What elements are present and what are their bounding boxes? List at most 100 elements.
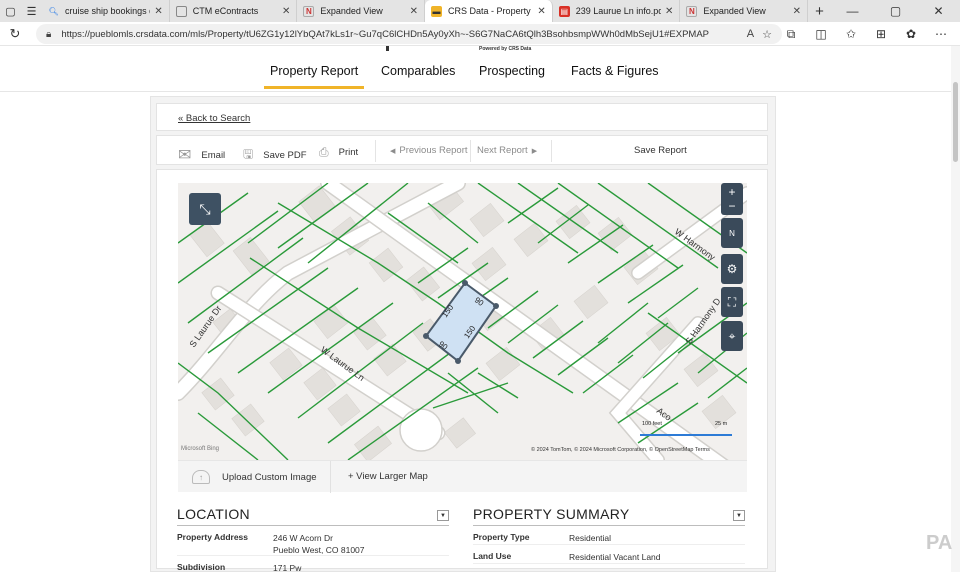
tab-comparables[interactable]: Comparables <box>381 64 455 78</box>
close-icon[interactable]: ✕ <box>665 6 673 17</box>
powered-by: Powered by CRS Data <box>479 46 532 52</box>
field-label: Land Use <box>473 551 512 561</box>
map-canvas: 90 150 150 90 W Harmony S Harmony D S La… <box>178 183 747 460</box>
save-pdf-button[interactable]: 🖫︎ Save PDF <box>243 145 307 166</box>
close-icon[interactable]: ✕ <box>537 6 545 17</box>
lock-icon[interactable]: 🔒︎ <box>46 29 51 40</box>
browser-toolbar: ⧉ ◫ ✩ ⊞ ✿ ⋯ <box>776 22 956 46</box>
upload-icon: ↑ <box>192 470 210 484</box>
previous-report-button[interactable]: ◀ Previous Report <box>390 145 468 156</box>
close-icon[interactable]: ✕ <box>410 6 418 17</box>
email-label: Email <box>201 149 226 161</box>
report-toolbar: ✉ Email 🖫︎ Save PDF ⎙ Print ◀ Previous R… <box>156 135 768 165</box>
chevron-left-icon: ◀ <box>390 147 396 155</box>
map-attribution[interactable]: © 2024 TomTom, © 2024 Microsoft Corporat… <box>531 447 710 453</box>
maximize-icon[interactable]: ▢ <box>874 0 917 22</box>
browser-tab-active[interactable]: ▬ CRS Data - Property Repo ✕ <box>425 0 553 22</box>
back-to-search-link[interactable]: « Back to Search <box>178 113 250 124</box>
copilot-icon[interactable]: ✿ <box>896 27 926 41</box>
browser-tab[interactable]: ▤ 239 Laurue Ln info.pdf ✕ <box>553 0 681 22</box>
close-icon[interactable]: ✕ <box>154 6 162 17</box>
close-icon[interactable]: ✕ <box>793 6 801 17</box>
workspace-icon[interactable]: ▢ <box>0 0 21 22</box>
compass-control[interactable]: N <box>721 218 743 248</box>
email-button[interactable]: ✉ Email <box>178 145 225 165</box>
summary-title: PROPERTY SUMMARY <box>473 506 745 526</box>
extensions-icon[interactable]: ⧉ <box>776 27 806 42</box>
parcel-map[interactable]: 90 150 150 90 W Harmony S Harmony D S La… <box>178 183 747 460</box>
field-value: Residential Vacant Land <box>569 552 661 562</box>
window-controls: — ▢ ✕ <box>831 0 960 22</box>
crs-logo-icon: ▬ <box>431 5 443 17</box>
pdf-icon: ▤ <box>558 5 570 17</box>
next-report-button[interactable]: Next Report ▶ <box>477 145 537 156</box>
summary-row: Land Use Residential Vacant Land <box>473 545 745 564</box>
zoom-out-icon[interactable]: − <box>728 199 735 213</box>
n-logo-icon: N <box>303 5 315 17</box>
url-bar[interactable]: 🔒︎ https://pueblomls.crsdata.com/mls/Pro… <box>36 24 782 44</box>
browser-tab[interactable]: N Expanded View ✕ <box>680 0 809 22</box>
floppy-disk-icon: 🖫︎ <box>243 147 254 161</box>
property-summary-section: PROPERTY SUMMARY ▼ Property Type Residen… <box>473 506 745 572</box>
address-bar-row: ↻ 🔒︎ https://pueblomls.crsdata.com/mls/P… <box>0 22 960 46</box>
browser-tab[interactable]: CTM eContracts ✕ <box>170 0 298 22</box>
crosshair-icon: ⌖ <box>728 328 736 343</box>
scrollbar-thumb[interactable] <box>953 82 958 162</box>
select-area-icon: ⛶ <box>727 294 737 309</box>
next-report-label: Next Report <box>477 145 528 156</box>
location-row: Property Address 246 W Acorn Dr Pueblo W… <box>177 526 449 556</box>
split-screen-icon[interactable]: ◫ <box>806 27 836 41</box>
n-logo-icon: N <box>686 5 698 17</box>
divider <box>330 461 331 493</box>
tab-label: CRS Data - Property Repo <box>448 6 533 16</box>
tab-actions-icon[interactable]: ☰ <box>21 0 42 22</box>
chevron-right-icon: ▶ <box>531 147 538 155</box>
collections-icon[interactable]: ⊞ <box>866 27 896 41</box>
refresh-icon[interactable]: ↻ <box>0 26 30 42</box>
main-nav: Property Report Comparables Prospecting … <box>0 54 960 92</box>
close-window-icon[interactable]: ✕ <box>917 0 960 22</box>
url-text[interactable]: https://pueblomls.crsdata.com/mls/Proper… <box>61 29 738 40</box>
location-row: Subdivision 171 Pw <box>177 556 449 572</box>
upload-label: Upload Custom Image <box>222 471 317 483</box>
page-scrollbar[interactable] <box>951 46 960 572</box>
view-larger-map-button[interactable]: + View Larger Map <box>348 471 428 482</box>
read-aloud-icon[interactable]: A <box>747 28 754 40</box>
location-title: LOCATION <box>177 506 449 526</box>
summary-row: Improvement Type <box>473 564 745 572</box>
logo-mark <box>386 46 389 51</box>
chevron-down-icon[interactable]: ▼ <box>437 510 449 521</box>
print-label: Print <box>338 147 359 158</box>
tab-property-report[interactable]: Property Report <box>264 64 365 89</box>
save-report-button[interactable]: Save Report <box>634 145 687 156</box>
tab-facts-figures[interactable]: Facts & Figures <box>571 64 659 78</box>
upload-custom-image-button[interactable]: ↑ Upload Custom Image <box>192 470 317 484</box>
locate-button[interactable]: ⌖ <box>721 321 743 351</box>
collapse-map-button[interactable]: ⤡ <box>189 193 221 225</box>
envelope-icon: ✉ <box>178 147 192 164</box>
print-button[interactable]: ⎙ Print <box>319 145 358 160</box>
field-value: Residential <box>569 533 612 543</box>
toolbar-divider <box>470 140 471 162</box>
tab-label: CTM eContracts <box>192 6 259 16</box>
location-section: LOCATION ▼ Property Address 246 W Acorn … <box>177 506 449 572</box>
browser-tab[interactable]: 🔍︎ cruise ship bookings dov ✕ <box>42 0 170 22</box>
field-value: 171 Pw <box>273 563 302 572</box>
draw-area-button[interactable]: ⛶ <box>721 287 743 317</box>
favorites-icon[interactable]: ✩ <box>836 27 866 41</box>
chevron-down-icon[interactable]: ▼ <box>733 510 745 521</box>
zoom-in-icon[interactable]: + <box>728 185 735 199</box>
browser-tab[interactable]: N Expanded View ✕ <box>297 0 426 22</box>
favorite-star-icon[interactable]: ☆ <box>762 28 772 41</box>
new-tab-button[interactable]: + <box>808 0 831 22</box>
tab-prospecting[interactable]: Prospecting <box>479 64 545 78</box>
watermark: PA <box>926 532 953 554</box>
map-scale-feet: 100 feet <box>642 421 662 427</box>
more-menu-icon[interactable]: ⋯ <box>926 27 956 41</box>
minimize-icon[interactable]: — <box>831 0 874 22</box>
map-settings-button[interactable]: ⚙ <box>721 254 743 284</box>
printer-icon: ⎙ <box>319 145 329 159</box>
field-label: Property Address <box>177 532 249 542</box>
address-line-2: Pueblo West, CO 81007 <box>273 545 365 555</box>
close-icon[interactable]: ✕ <box>282 6 290 17</box>
